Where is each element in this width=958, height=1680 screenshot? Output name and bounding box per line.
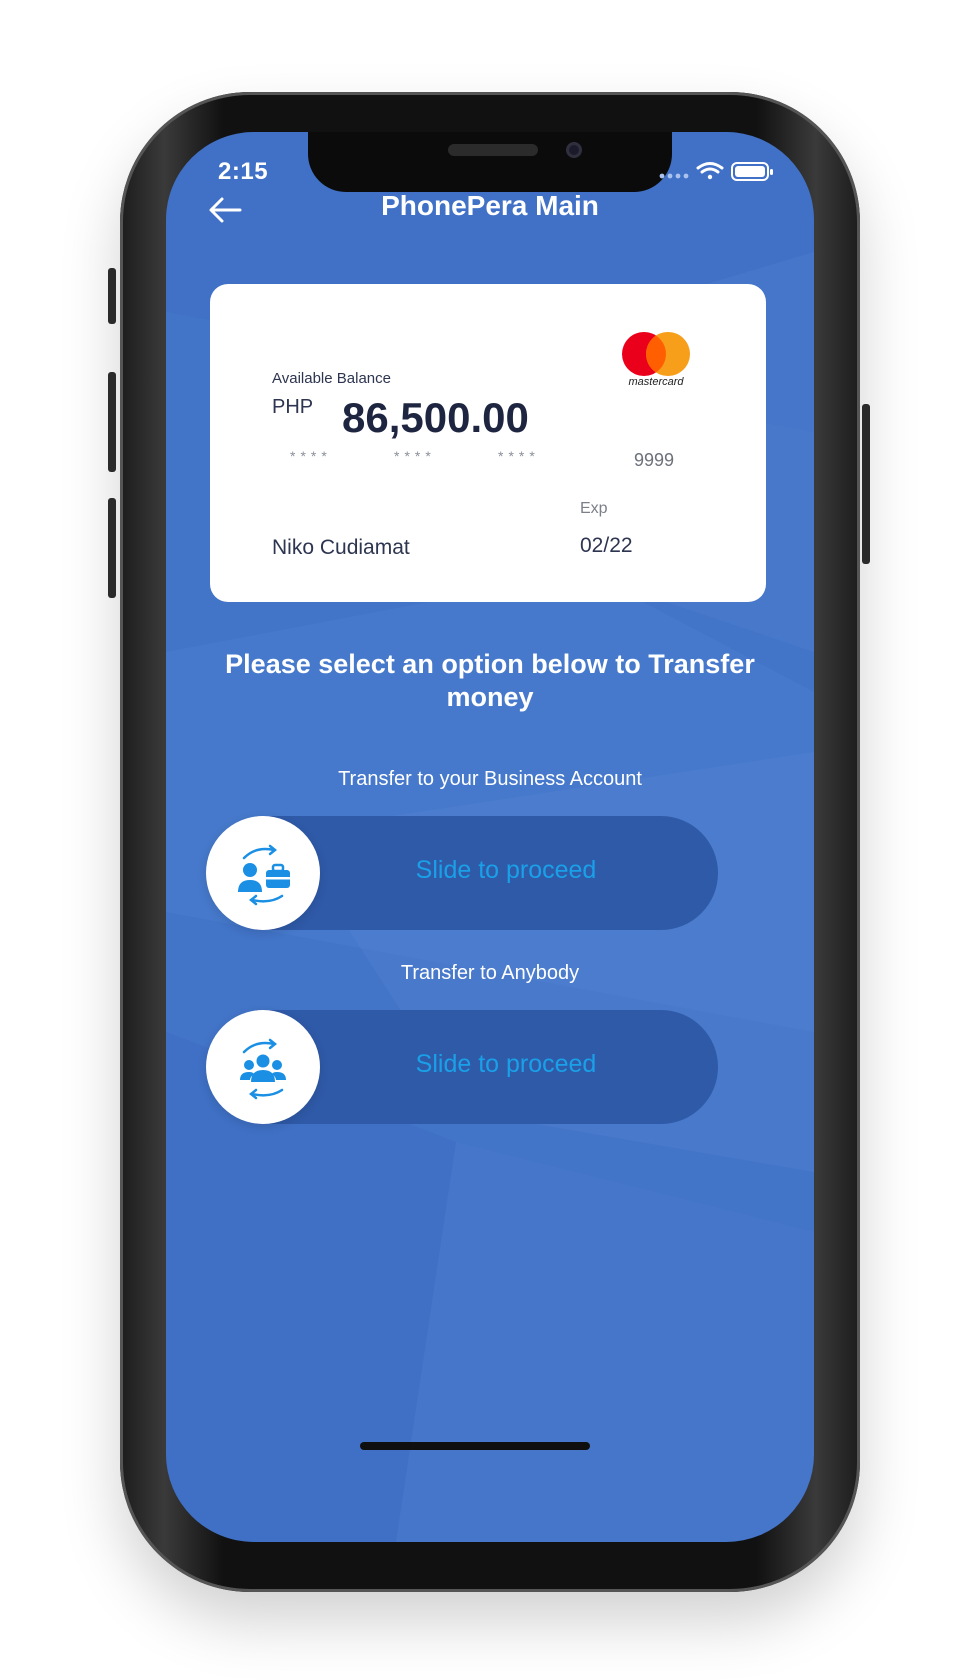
page-title: PhonePera Main <box>381 190 599 221</box>
option-label-anybody: Transfer to Anybody <box>400 962 580 984</box>
volume-down-button <box>108 498 116 598</box>
home-indicator[interactable] <box>360 1442 590 1450</box>
instruction-text: Please select an option below to Transfe… <box>225 649 755 712</box>
front-camera <box>566 142 582 158</box>
expiry-value: 02/22 <box>580 534 633 557</box>
signal-icon <box>659 173 689 179</box>
slider-anybody-transfer[interactable]: Slide to proceed <box>206 1010 718 1124</box>
card-last-four: 9999 <box>634 450 675 470</box>
notch <box>308 132 672 192</box>
status-time: 2:15 <box>218 158 269 185</box>
status-icons <box>659 162 773 181</box>
group-transfer-icon <box>240 1038 286 1100</box>
balance-label: Available Balance <box>272 370 391 387</box>
currency-label: PHP <box>272 396 314 418</box>
earpiece-speaker <box>448 144 538 156</box>
volume-up-button <box>108 372 116 472</box>
slider-business-transfer[interactable]: Slide to proceed <box>206 816 718 930</box>
card-number-mask: **** <box>290 448 332 464</box>
battery-icon <box>731 162 773 181</box>
device-mockup: 2:15 PhonePera Main mastercard Available… <box>0 0 958 1680</box>
app-screen: 2:15 PhonePera Main mastercard Available… <box>166 132 814 1542</box>
slider-hint-text: Slide to proceed <box>415 1050 597 1078</box>
balance-amount: 86,500.00 <box>342 394 529 441</box>
power-button <box>862 404 870 564</box>
expiry-label: Exp <box>580 500 608 517</box>
slider-hint-text: Slide to proceed <box>415 856 597 884</box>
option-label-business: Transfer to your Business Account <box>338 768 642 790</box>
balance-card[interactable]: mastercard Available Balance PHP 86,500.… <box>210 284 766 602</box>
person-briefcase-transfer-icon <box>238 844 290 906</box>
mastercard-wordmark: mastercard <box>628 376 684 388</box>
slider-knob[interactable] <box>206 816 320 930</box>
card-number-mask: **** <box>498 448 540 464</box>
silent-switch <box>108 268 116 324</box>
slider-knob[interactable] <box>206 1010 320 1124</box>
card-holder-name: Niko Cudiamat <box>272 536 410 559</box>
card-number-mask: **** <box>394 448 436 464</box>
wifi-icon <box>696 162 724 180</box>
